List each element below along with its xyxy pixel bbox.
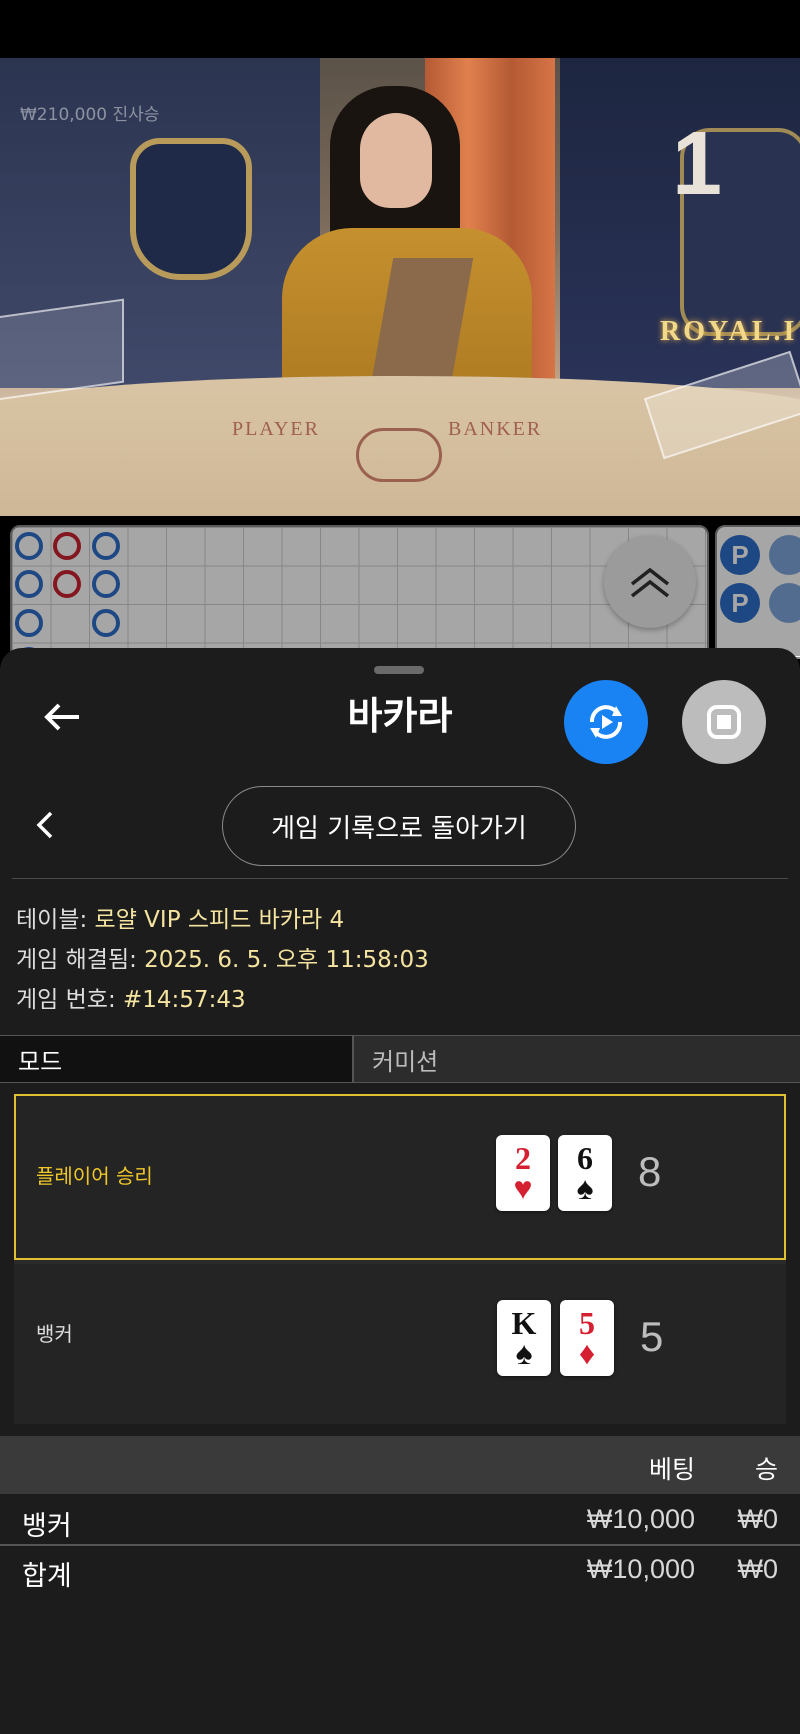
chevron-left-icon xyxy=(36,811,53,839)
tab-bar: 모드 커미션 xyxy=(0,1035,800,1083)
heart-icon: ♥ xyxy=(513,1170,533,1206)
win-amount: ₩0 xyxy=(737,1504,779,1534)
banker-card-1: K ♠ xyxy=(497,1300,551,1376)
back-to-history-button[interactable]: 게임 기록으로 돌아가기 xyxy=(222,786,576,866)
banker-card-2: 5 ♦ xyxy=(560,1300,614,1376)
bet-name: 뱅커 xyxy=(22,1511,72,1542)
info-resolved-label: 게임 해결됨: xyxy=(16,947,145,973)
royal-sign: ROYAL.I xyxy=(660,316,798,347)
total-label: 합계 xyxy=(22,1561,72,1592)
win-column-header: 승 xyxy=(754,1455,778,1484)
stop-icon xyxy=(707,705,741,739)
bet-amount: ₩10,000 xyxy=(586,1504,695,1534)
dealer-face xyxy=(360,113,432,208)
info-table-label: 테이블: xyxy=(16,907,95,933)
table-row: 뱅커 ₩10,000 ₩0 xyxy=(0,1496,800,1546)
info-resolved: 게임 해결됨: 2025. 6. 5. 오후 11:58:03 xyxy=(16,940,429,974)
replay-icon xyxy=(590,705,622,739)
player-card-1: 2 ♥ xyxy=(496,1135,550,1211)
total-win-amount: ₩0 xyxy=(737,1554,779,1584)
info-resolved-value: 2025. 6. 5. 오후 11:58:03 xyxy=(144,947,429,973)
round-number: 1 xyxy=(672,114,723,214)
info-game-number-label: 게임 번호: xyxy=(16,987,124,1013)
player-card-2: 6 ♠ xyxy=(558,1135,612,1211)
table-word-banker: BANKER xyxy=(448,418,543,440)
status-bar xyxy=(0,0,800,58)
previous-button[interactable] xyxy=(30,805,60,845)
total-bet-amount: ₩10,000 xyxy=(586,1554,695,1584)
info-table-value: 로얄 VIP 스피드 바카라 4 xyxy=(94,907,345,933)
balance-overlay: ₩210,000 진사승 xyxy=(20,105,160,125)
replay-button[interactable] xyxy=(564,680,648,764)
banker-result-label: 뱅커 xyxy=(36,1322,73,1346)
royal-emblem xyxy=(130,138,252,280)
page-title: 바카라 xyxy=(347,694,453,738)
banker-result-row xyxy=(14,1264,786,1424)
info-table: 테이블: 로얄 VIP 스피드 바카라 4 xyxy=(16,900,344,934)
video-dim-overlay xyxy=(0,516,800,656)
banker-score: 5 xyxy=(640,1313,664,1360)
player-result-label: 플레이어 승리 xyxy=(36,1164,153,1188)
diamond-icon: ♦ xyxy=(578,1335,596,1371)
spade-icon: ♠ xyxy=(515,1335,533,1371)
table-logo xyxy=(356,428,442,482)
tab-mode[interactable]: 모드 xyxy=(0,1036,354,1082)
stop-button[interactable] xyxy=(682,680,766,764)
bet-column-header: 베팅 xyxy=(648,1455,695,1484)
info-game-number-value: #14:57:43 xyxy=(123,987,246,1013)
table-row-total: 합계 ₩10,000 ₩0 xyxy=(0,1546,800,1596)
info-game-number: 게임 번호: #14:57:43 xyxy=(16,980,246,1014)
tab-commission[interactable]: 커미션 xyxy=(372,1036,438,1082)
spade-icon: ♠ xyxy=(576,1170,594,1206)
divider xyxy=(12,878,788,879)
player-score: 8 xyxy=(638,1148,662,1195)
live-video: PLAYER BANKER ROYAL.I ₩210,000 진사승 1 xyxy=(0,58,800,516)
table-word-player: PLAYER xyxy=(232,418,320,440)
sheet-drag-handle[interactable] xyxy=(374,666,424,674)
